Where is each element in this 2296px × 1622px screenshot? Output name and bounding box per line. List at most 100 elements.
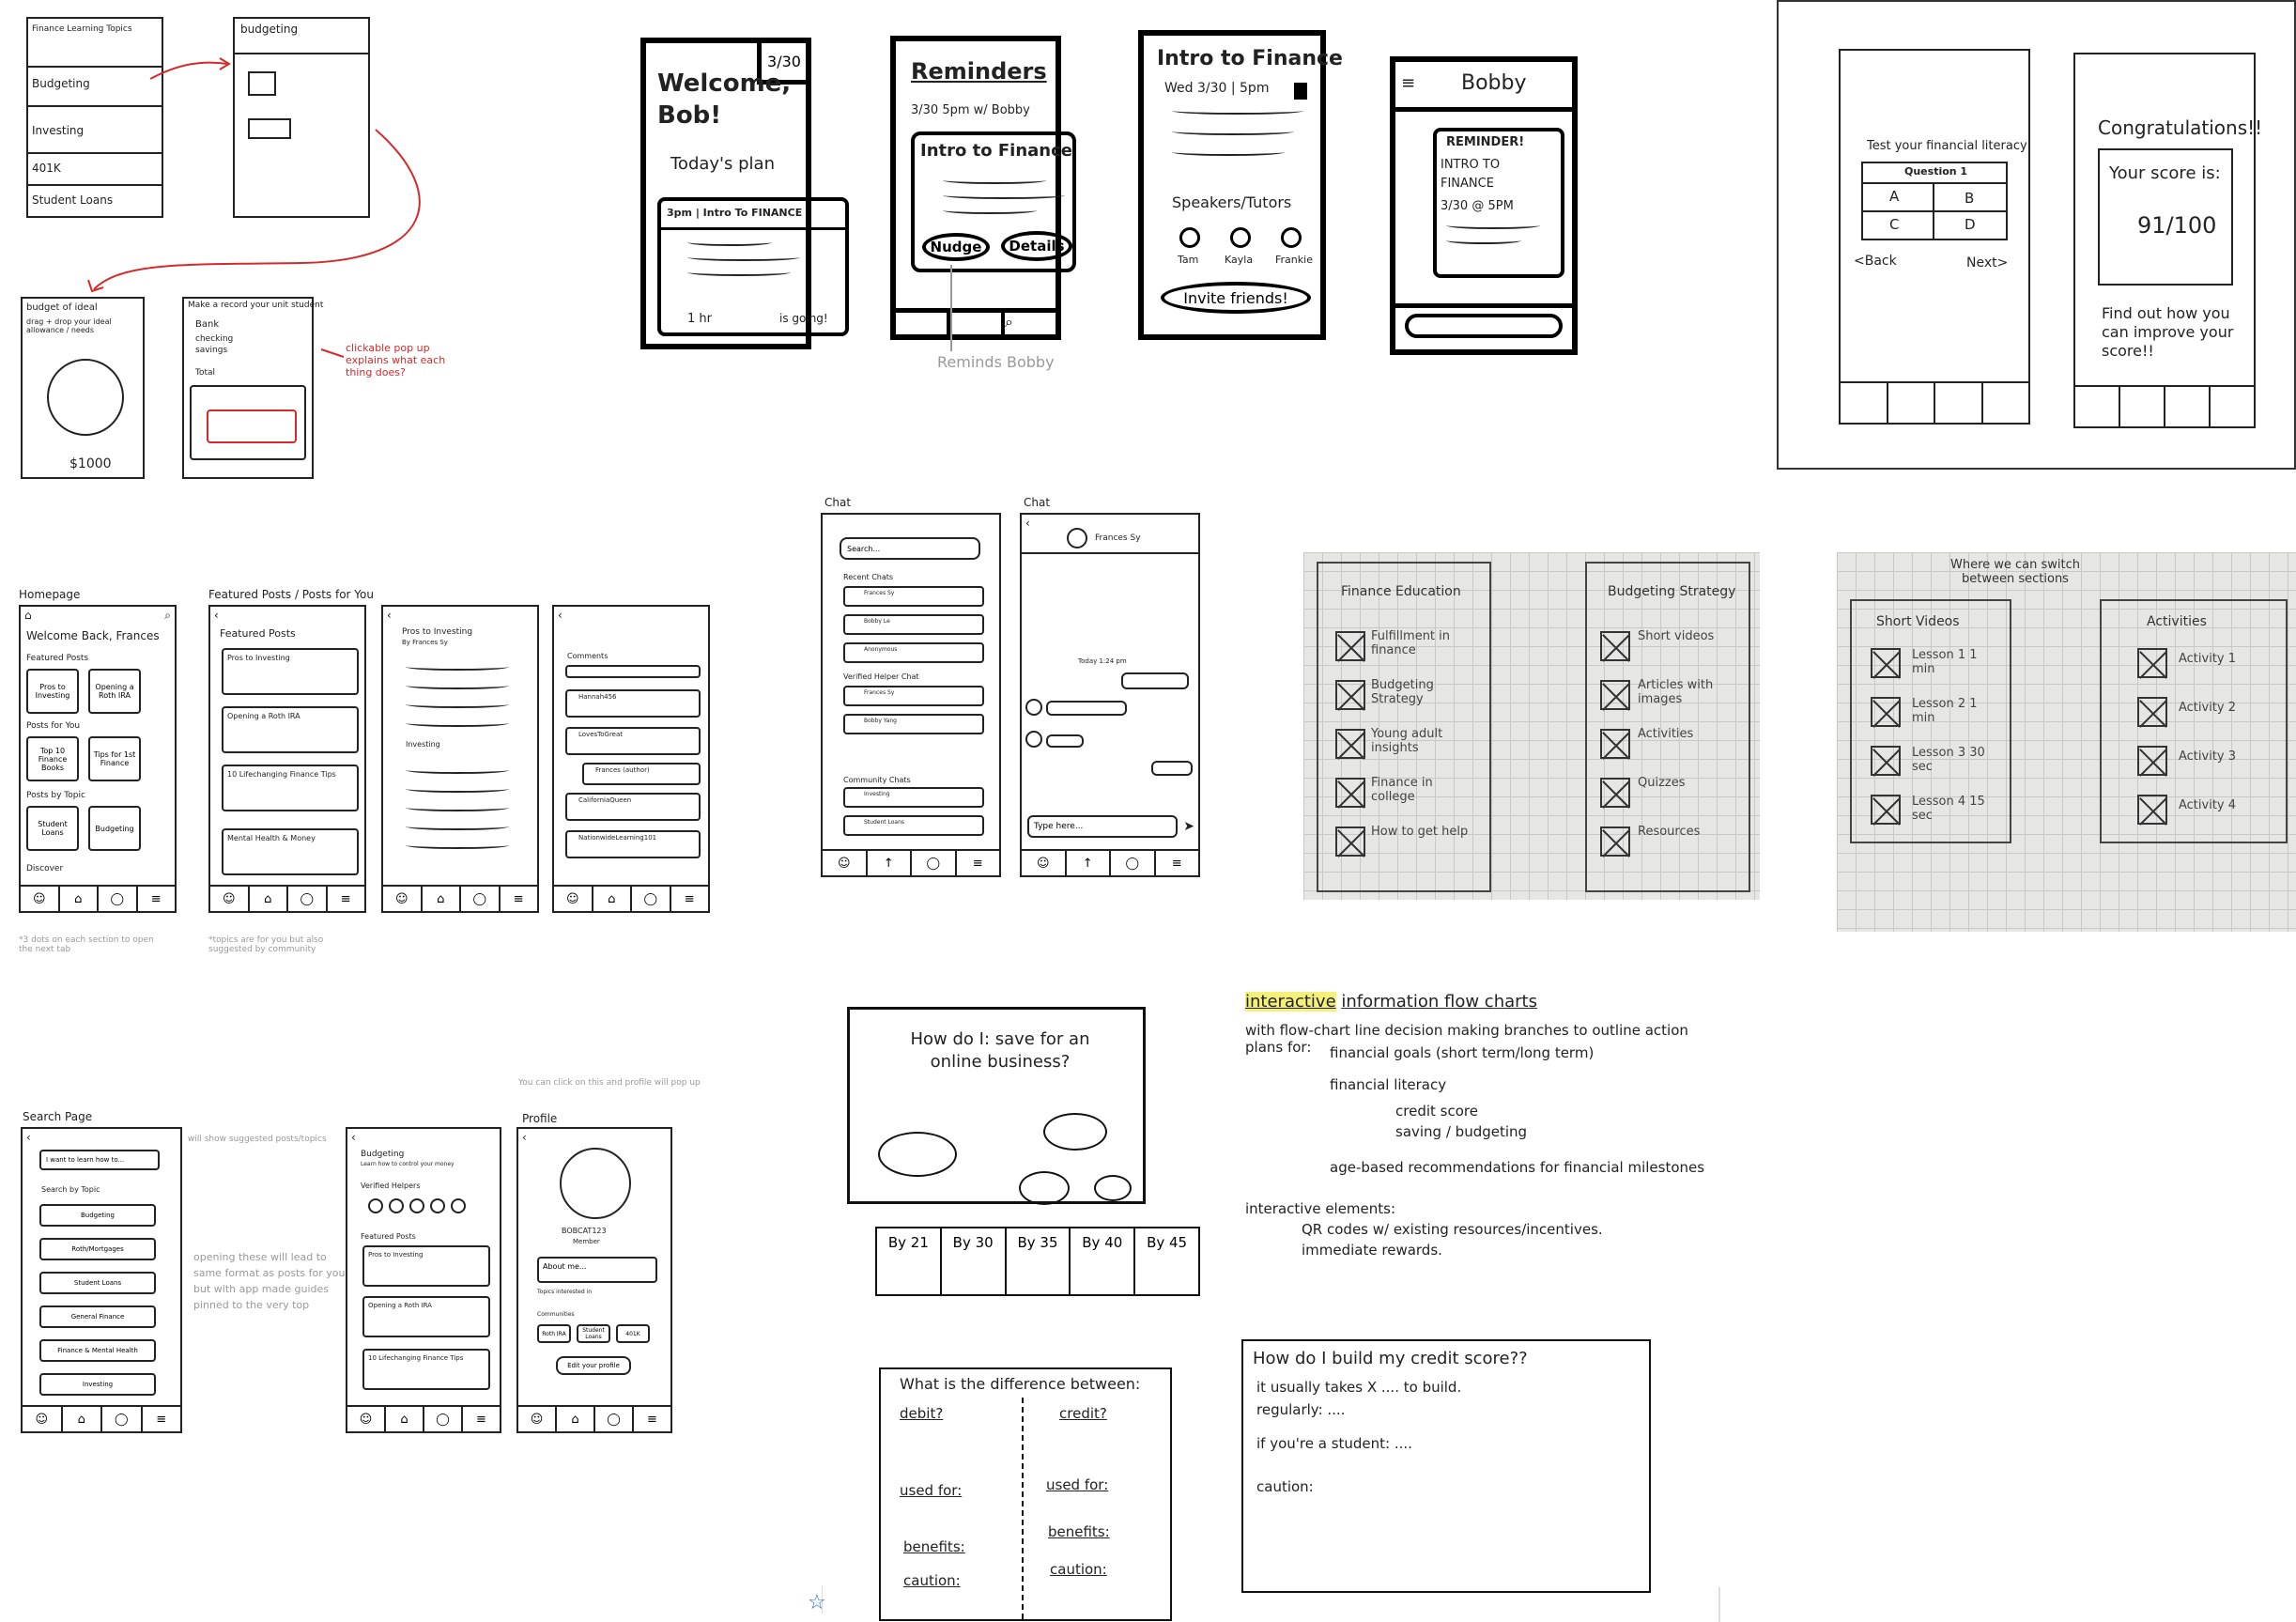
profile-tag[interactable]: 401K [616, 1324, 650, 1343]
list-icon[interactable]: ≡ [143, 1407, 181, 1431]
chat-icon[interactable]: ◯ [99, 887, 138, 911]
topic-button[interactable]: Investing [39, 1373, 156, 1396]
home-icon[interactable]: ⌂ [60, 887, 99, 911]
post-card[interactable]: 10 Lifechanging Finance Tips [362, 1349, 490, 1390]
speaker-avatar[interactable] [1281, 227, 1302, 248]
answer-option[interactable]: B [1965, 190, 1974, 207]
people-icon[interactable]: ☺ [210, 887, 250, 911]
comment-card[interactable]: LovesToGreat [565, 727, 701, 755]
home-tile[interactable]: Top 10 Finance Books [26, 736, 79, 781]
list-icon[interactable]: ≡ [501, 887, 538, 911]
chat-icon[interactable]: ◯ [461, 887, 501, 911]
post-card[interactable]: Opening a Roth IRA [222, 706, 359, 753]
plan-card[interactable]: 3pm | Intro To FINANCE 1 hr is going! [657, 197, 849, 336]
type-input[interactable]: Type here... [1027, 815, 1178, 838]
people-icon[interactable]: ☺ [1022, 851, 1067, 875]
back-icon[interactable]: ‹ [351, 1131, 356, 1144]
search-icon[interactable]: ⌕ [1005, 313, 1056, 334]
back-icon[interactable]: ‹ [522, 1131, 527, 1144]
list-icon[interactable]: ≡ [328, 887, 365, 911]
answer-option[interactable]: A [1889, 188, 1899, 205]
topic-button[interactable]: Finance & Mental Health [39, 1339, 156, 1362]
checkbox-icon[interactable] [2137, 795, 2167, 825]
home-icon[interactable]: ⌂ [557, 1407, 595, 1431]
checkbox-icon[interactable] [1871, 648, 1901, 678]
age-column[interactable]: By 40 [1071, 1228, 1136, 1294]
home-tile[interactable]: Budgeting [88, 806, 141, 851]
send-icon[interactable]: ➤ [1183, 819, 1194, 834]
list-icon[interactable]: ≡ [671, 887, 709, 911]
list-icon[interactable]: ≡ [138, 887, 176, 911]
helper-avatar[interactable] [430, 1198, 445, 1213]
bookmark-icon[interactable] [1294, 83, 1307, 100]
details-button[interactable]: Details [1001, 231, 1072, 261]
invite-friends-button[interactable]: Invite friends! [1161, 282, 1311, 314]
search-input[interactable]: I want to learn how to... [39, 1150, 160, 1170]
home-icon[interactable]: ⌂ [386, 1407, 424, 1431]
checkbox-icon[interactable] [1600, 826, 1630, 857]
helper-avatar[interactable] [409, 1198, 424, 1213]
menu-icon[interactable]: ≡ [1401, 73, 1415, 93]
speaker-avatar[interactable] [1230, 227, 1251, 248]
post-card[interactable]: Mental Health & Money [222, 828, 359, 875]
chat-item[interactable]: Anonymous [843, 642, 984, 663]
post-card[interactable]: Opening a Roth IRA [362, 1296, 490, 1337]
checkbox-icon[interactable] [1600, 631, 1630, 661]
up-icon[interactable]: ↑ [868, 851, 912, 875]
col-title[interactable]: Short Videos [1876, 614, 1960, 629]
profile-tag[interactable]: Roth IRA [537, 1324, 571, 1343]
search-input[interactable]: Search... [840, 537, 980, 560]
helper-avatar[interactable] [451, 1198, 466, 1213]
chat-icon[interactable]: ◯ [288, 887, 328, 911]
nudge-button[interactable]: Nudge [922, 233, 990, 261]
checkbox-icon[interactable] [1600, 778, 1630, 808]
edit-profile-button[interactable]: Edit your profile [556, 1356, 631, 1375]
reminder-card[interactable]: Intro to Finance Nudge Details [911, 131, 1076, 272]
age-column[interactable]: By 21 [877, 1228, 942, 1294]
answer-option[interactable]: D [1965, 216, 1976, 233]
back-icon[interactable]: ‹ [214, 609, 219, 622]
comment-card[interactable]: Hannah456 [565, 689, 701, 718]
star-icon[interactable]: ☆ [808, 1591, 826, 1614]
back-icon[interactable]: ‹ [26, 1131, 31, 1144]
chat-item[interactable]: Frances Sy [843, 586, 984, 607]
people-icon[interactable]: ☺ [823, 851, 868, 875]
age-column[interactable]: By 35 [1007, 1228, 1071, 1294]
home-icon[interactable]: ⌂ [24, 609, 32, 622]
checkbox-icon[interactable] [1335, 631, 1365, 661]
chat-item[interactable]: Student Loans [843, 815, 984, 836]
chat-icon[interactable]: ◯ [912, 851, 957, 875]
people-icon[interactable]: ☺ [21, 887, 60, 911]
checkbox-icon[interactable] [2137, 746, 2167, 776]
age-column[interactable]: By 45 [1135, 1228, 1198, 1294]
helper-avatar[interactable] [368, 1198, 383, 1213]
checkbox-icon[interactable] [1600, 680, 1630, 710]
checkbox-icon[interactable] [1871, 697, 1901, 727]
message-input[interactable] [1405, 314, 1563, 338]
back-icon[interactable]: ‹ [558, 609, 562, 622]
home-tile[interactable]: Tips for 1st Finance [88, 736, 141, 781]
answer-option[interactable]: C [1889, 216, 1899, 233]
topic-button[interactable]: General Finance [39, 1305, 156, 1328]
checkbox-icon[interactable] [1871, 795, 1901, 825]
speaker-avatar[interactable] [1179, 227, 1200, 248]
checkbox-icon[interactable] [1335, 826, 1365, 857]
helper-avatar[interactable] [389, 1198, 404, 1213]
search-icon[interactable]: ⌕ [164, 609, 171, 623]
checkbox-icon[interactable] [2137, 697, 2167, 727]
back-button[interactable]: <Back [1854, 254, 1897, 269]
home-icon[interactable]: ⌂ [63, 1407, 102, 1431]
checkbox-icon[interactable] [2137, 648, 2167, 678]
checkbox-icon[interactable] [1871, 746, 1901, 776]
avatar[interactable] [1067, 528, 1087, 548]
chat-icon[interactable]: ◯ [102, 1407, 143, 1431]
post-card[interactable]: 10 Lifechanging Finance Tips [222, 765, 359, 811]
list-icon[interactable]: ≡ [957, 851, 1000, 875]
home-tile[interactable]: Opening a Roth IRA [88, 669, 141, 714]
home-tile[interactable]: Student Loans [26, 806, 79, 851]
next-button[interactable]: Next> [1966, 255, 2008, 270]
comment-card[interactable]: NationwideLearning101 [565, 830, 701, 858]
people-icon[interactable]: ☺ [347, 1407, 386, 1431]
chat-icon[interactable]: ◯ [632, 887, 671, 911]
chat-item[interactable]: Investing [843, 787, 984, 808]
